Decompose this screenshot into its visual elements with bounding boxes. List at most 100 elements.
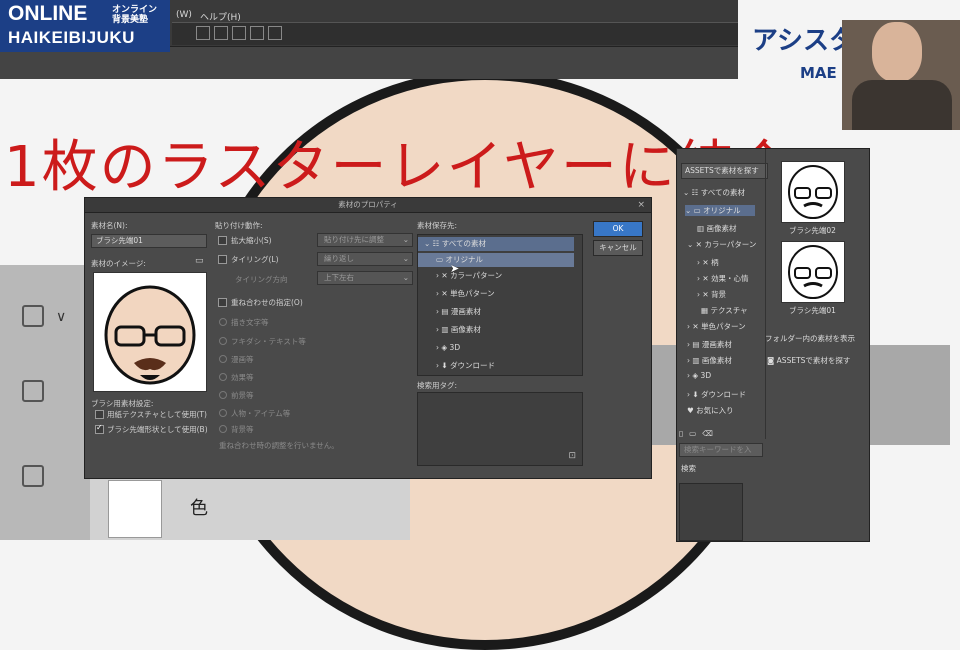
scale-select[interactable]: 貼り付け先に調整 ⌄	[317, 233, 413, 247]
save-destination-label: 素材保存先:	[417, 221, 458, 230]
tiling-direction-label: タイリング方向	[235, 275, 288, 284]
assets-search-button-2[interactable]: ◙ ASSETSで素材を探す	[767, 355, 850, 366]
mat-tree-3d[interactable]: › ◈ 3D	[687, 371, 711, 380]
paper-texture-label: 用紙テクスチャとして使用(T)	[107, 410, 207, 419]
layering-option: 描き文字等	[231, 318, 269, 327]
thumb-label-01: ブラシ先端01	[789, 306, 836, 315]
add-icon[interactable]: ▯	[679, 429, 683, 438]
material-name-input[interactable]: ブラシ先端01	[91, 234, 207, 248]
cancel-button[interactable]: キャンセル	[593, 240, 643, 256]
layering-option: 背景等	[231, 425, 254, 434]
layering-radio[interactable]	[219, 337, 227, 345]
tree-item-all[interactable]: ⌄ ☷ すべての素材	[418, 237, 574, 251]
mat-tree-texture[interactable]: ▦ テクスチャ	[701, 305, 748, 316]
layering-radio[interactable]	[219, 318, 227, 326]
mat-tree-all[interactable]: ⌄ ☷ すべての素材	[683, 187, 745, 198]
tool-icon[interactable]	[250, 26, 264, 40]
tiling-direction-select[interactable]: 上下左右 ⌄	[317, 271, 413, 285]
mat-tree-original[interactable]: ⌄ ▭ オリジナル	[685, 205, 755, 216]
save-destination-tree: ⌄ ☷ すべての素材 ▭ オリジナル › ✕ カラーパターン › ✕ 単色パター…	[417, 234, 583, 376]
mat-tree-mono[interactable]: › ✕ 単色パターン	[687, 321, 746, 332]
background-thumb	[108, 480, 162, 538]
mat-tree-bg[interactable]: › ✕ 背景	[697, 289, 726, 300]
mouse-cursor-icon: ➤	[450, 262, 460, 275]
scale-checkbox[interactable]	[218, 236, 227, 245]
layering-option: 前景等	[231, 391, 254, 400]
tool-icon[interactable]	[214, 26, 228, 40]
logo-line1: ONLINE	[8, 2, 88, 25]
folder-icon[interactable]: ▭	[689, 429, 696, 438]
tree-item-download[interactable]: › ⬇ ダウンロード	[418, 359, 586, 373]
paper-texture-checkbox[interactable]	[95, 410, 104, 419]
tiling-checkbox[interactable]	[218, 255, 227, 264]
layer-checkbox-icon	[22, 305, 44, 327]
panel-icons: ▯ ▭ ⌫	[679, 429, 763, 439]
tool-icon[interactable]	[196, 26, 210, 40]
logo-line2: オンライン 背景美塾	[112, 5, 158, 25]
material-thumb-02[interactable]	[781, 161, 845, 223]
tree-item-mono-pattern[interactable]: › ✕ 単色パターン	[418, 287, 586, 301]
background-color-label: 色	[190, 498, 208, 519]
delete-icon[interactable]: ⌫	[702, 429, 713, 438]
search-tag-box[interactable]: ⊡	[417, 392, 583, 466]
background-layer-panel: ∨	[0, 265, 90, 540]
presenter-video	[842, 20, 960, 130]
dialog-titlebar: 素材のプロパティ ×	[85, 198, 651, 213]
layering-option: フキダシ・テキスト等	[231, 337, 306, 346]
close-icon[interactable]: ×	[637, 198, 645, 212]
tree-item-3d[interactable]: › ◈ 3D	[418, 341, 586, 355]
brush-tip-label: ブラシ先端形状として使用(B)	[107, 425, 208, 434]
mat-tree-color-pattern[interactable]: ⌄ ✕ カラーパターン	[687, 239, 756, 250]
layering-checkbox[interactable]	[218, 298, 227, 307]
material-name-label: 素材名(N):	[91, 221, 128, 230]
material-panel: ASSETSで素材を探す ⌄ ☷ すべての素材 ⌄ ▭ オリジナル ▥ 画像素材…	[676, 148, 870, 542]
brush-tip-checkbox[interactable]	[95, 423, 104, 434]
dialog-title: 素材のプロパティ	[338, 200, 398, 209]
thumb-label-02: ブラシ先端02	[789, 226, 836, 235]
layering-note: 重ね合わせ時の調整を行いません。	[219, 441, 339, 450]
tool-icon[interactable]	[268, 26, 282, 40]
keyword-search-input[interactable]: 検索キーワードを入	[679, 443, 763, 457]
tree-item-manga[interactable]: › ▤ 漫画素材	[418, 305, 586, 319]
mat-tree-manga[interactable]: › ▤ 漫画素材	[687, 339, 732, 350]
tiling-label: タイリング(L)	[231, 255, 279, 264]
material-thumb-01[interactable]	[781, 241, 845, 303]
layering-radio[interactable]	[219, 425, 227, 433]
folder-content-toggle[interactable]: フォルダー内の素材を表示	[765, 333, 855, 344]
layering-option: 効果等	[231, 373, 254, 382]
layer-checkbox-icon	[22, 380, 44, 402]
layering-radio[interactable]	[219, 409, 227, 417]
brush-settings-label: ブラシ用素材設定:	[91, 399, 154, 408]
layering-option: 漫画等	[231, 355, 254, 364]
folder-icon[interactable]: ▭	[195, 256, 204, 266]
bald-face-icon	[104, 285, 196, 385]
tiling-select[interactable]: 繰り返し ⌄	[317, 252, 413, 266]
layering-radio[interactable]	[219, 391, 227, 399]
toolbar	[172, 22, 738, 45]
paste-behavior-label: 貼り付け動作:	[215, 221, 263, 230]
image-label: 素材のイメージ:	[91, 259, 146, 268]
tag-list	[679, 483, 743, 541]
tree-item-original[interactable]: ▭ オリジナル	[418, 253, 574, 267]
layering-radio[interactable]	[219, 373, 227, 381]
tool-icon[interactable]	[232, 26, 246, 40]
layering-radio[interactable]	[219, 355, 227, 363]
tree-item-color-pattern[interactable]: › ✕ カラーパターン	[418, 269, 586, 283]
mat-tree-pattern[interactable]: › ✕ 柄	[697, 257, 719, 268]
tag-add-icon[interactable]: ⊡	[568, 451, 576, 461]
ok-button[interactable]: OK	[593, 221, 643, 237]
channel-logo: ONLINE オンライン 背景美塾 HAIKEIBIJUKU	[0, 0, 170, 52]
scale-label: 拡大縮小(S)	[231, 236, 272, 245]
tree-item-image[interactable]: › ▥ 画像素材	[418, 323, 586, 337]
mat-tree-favorites[interactable]: ♥ お気に入り	[687, 405, 734, 416]
mat-tree-image[interactable]: ▥ 画像素材	[697, 223, 736, 234]
mat-tree-image2[interactable]: › ▥ 画像素材	[687, 355, 732, 366]
overlay-title: 1枚のラスターレイヤーに結合	[4, 135, 793, 200]
assets-search-button[interactable]: ASSETSで素材を探す	[681, 163, 768, 179]
mat-tree-effect[interactable]: › ✕ 効果・心情	[697, 273, 749, 284]
mat-tree-download[interactable]: › ⬇ ダウンロード	[687, 389, 746, 400]
layering-option: 人物・アイテム等	[231, 409, 291, 418]
material-properties-dialog: 素材のプロパティ × 素材名(N): ブラシ先端01 素材のイメージ: ▭ ブラ…	[84, 197, 652, 479]
menu-window[interactable]: (W)	[176, 10, 192, 20]
layering-label: 重ね合わせの指定(O)	[231, 298, 303, 307]
